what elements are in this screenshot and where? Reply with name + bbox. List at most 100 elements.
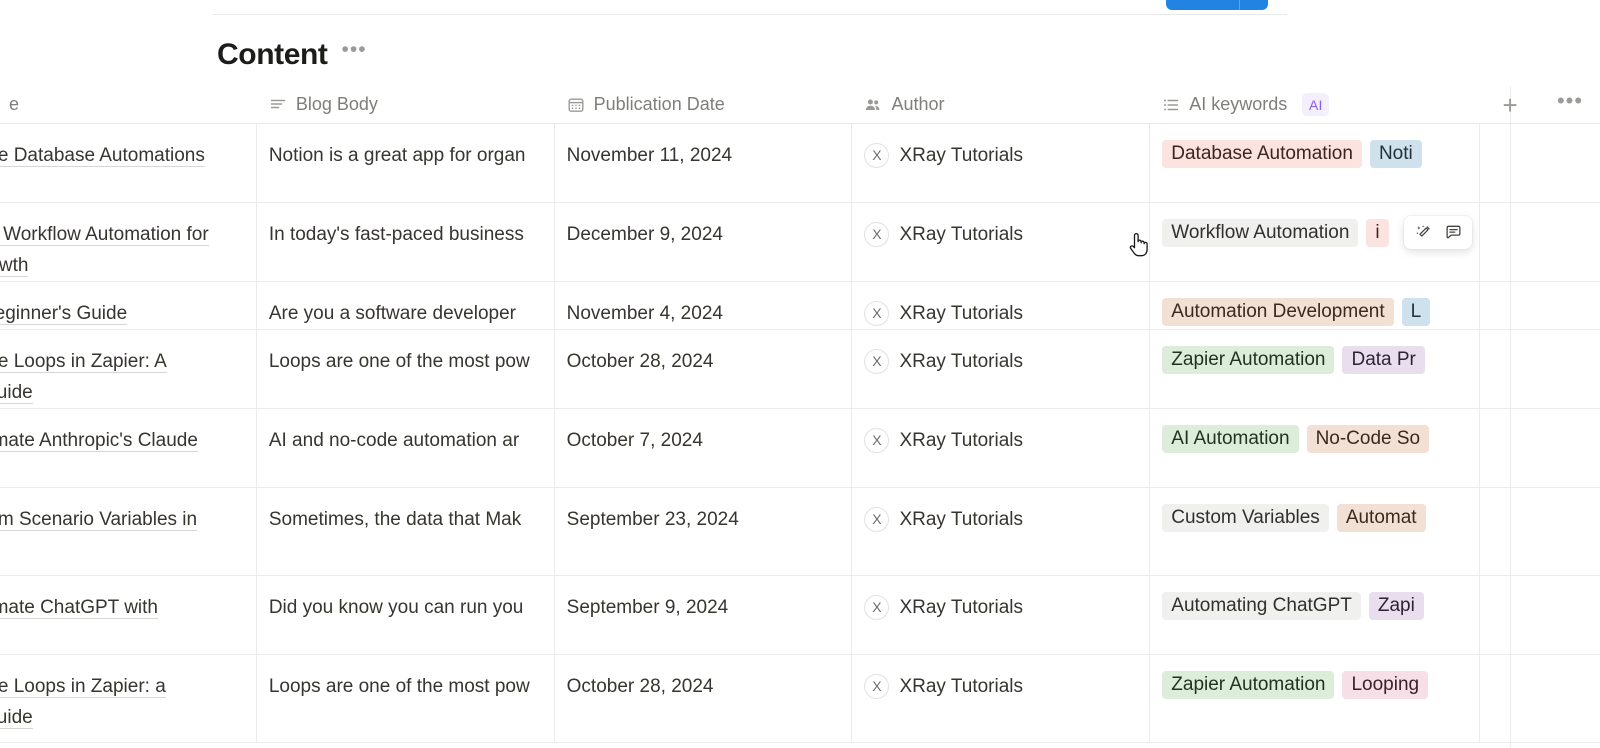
cell-title[interactable]: ate Loops in Zapier: A Guide <box>0 330 257 408</box>
cell-blog-body[interactable]: Are you a software developer <box>257 282 555 329</box>
row-title-link[interactable]: omate Anthropic's Claude <box>0 430 198 452</box>
column-header-title[interactable]: e <box>0 86 257 124</box>
row-title-link[interactable]: omate ChatGPT with <box>0 597 159 619</box>
cell-title[interactable]: omate ChatGPT with <box>0 576 257 654</box>
tag-pill[interactable]: Automat <box>1336 504 1426 532</box>
database-options-button[interactable]: ••• <box>342 39 367 66</box>
column-header-blog-body[interactable]: Blog Body <box>257 86 555 124</box>
add-column-button[interactable]: + <box>1480 86 1540 124</box>
cell-blog-body[interactable]: In today's fast-paced business <box>257 203 555 281</box>
cell-blog-body[interactable]: Loops are one of the most pow <box>257 330 555 408</box>
cell-title[interactable]: ate Database Automations <box>0 124 257 202</box>
tag-pill[interactable]: AI Automation <box>1162 425 1299 453</box>
cell-title[interactable]: Beginner's Guide <box>0 282 257 329</box>
cell-ai-keywords[interactable]: Zapier Automation Data Pr <box>1150 330 1481 408</box>
cell-publication-date[interactable]: October 7, 2024 <box>555 409 853 487</box>
row-hover-toolbar[interactable] <box>1404 216 1472 249</box>
cell-ai-keywords[interactable]: Automating ChatGPT Zapi <box>1150 576 1481 654</box>
cell-empty <box>1480 655 1600 742</box>
cell-author[interactable]: X XRay Tutorials <box>852 576 1151 654</box>
cell-title[interactable]: omate Anthropic's Claude <box>0 409 257 487</box>
table-row[interactable]: omate ChatGPT with Did you know you can r… <box>0 576 1600 655</box>
cell-author[interactable]: X XRay Tutorials <box>852 282 1151 329</box>
tag-pill[interactable]: Workflow Automation <box>1162 219 1359 247</box>
cell-ai-keywords[interactable]: Custom Variables Automat <box>1150 488 1481 575</box>
tag-pill[interactable]: Noti <box>1369 140 1422 168</box>
cell-ai-keywords[interactable]: Automation Development L <box>1150 282 1481 329</box>
cell-ai-keywords[interactable]: Database Automation Noti <box>1150 124 1481 202</box>
author-chip: X XRay Tutorials <box>864 346 1137 377</box>
cell-publication-date[interactable]: October 28, 2024 <box>555 655 853 742</box>
cell-blog-body[interactable]: Sometimes, the data that Mak <box>257 488 555 575</box>
tag-pill[interactable]: L <box>1401 298 1431 326</box>
column-header-ai-keywords[interactable]: AI keywords AI <box>1150 86 1480 124</box>
tag-list: Zapier Automation Looping <box>1162 671 1467 699</box>
cell-publication-date[interactable]: November 11, 2024 <box>555 124 853 202</box>
cell-title[interactable]: ate Loops in Zapier: a Guide <box>0 655 257 742</box>
table-row[interactable]: tom Scenario Variables in Sometimes, the … <box>0 488 1600 576</box>
tag-pill[interactable]: Data Pr <box>1342 346 1425 374</box>
cell-publication-date[interactable]: September 9, 2024 <box>555 576 853 654</box>
cell-publication-date[interactable]: September 23, 2024 <box>555 488 853 575</box>
table-row[interactable]: omate Anthropic's Claude AI and no-code a… <box>0 409 1600 488</box>
cell-publication-date[interactable]: November 4, 2024 <box>555 282 853 329</box>
table-more-options-button[interactable]: ••• <box>1540 86 1600 124</box>
cell-ai-keywords[interactable]: AI Automation No-Code So <box>1150 409 1481 487</box>
table-row[interactable]: ate Database Automations Notion is a grea… <box>0 124 1600 203</box>
cell-author[interactable]: X XRay Tutorials <box>852 203 1151 281</box>
tag-pill[interactable]: Automating ChatGPT <box>1162 592 1361 620</box>
avatar: X <box>864 595 890 620</box>
tag-pill[interactable]: Custom Variables <box>1162 504 1329 532</box>
avatar: X <box>864 143 890 168</box>
comment-icon[interactable] <box>1439 220 1467 246</box>
cell-empty <box>1480 330 1600 408</box>
cell-publication-date[interactable]: December 9, 2024 <box>555 203 853 281</box>
cell-blog-body[interactable]: Did you know you can run you <box>257 576 555 654</box>
cell-author[interactable]: X XRay Tutorials <box>852 124 1151 202</box>
table-row[interactable]: ate Loops in Zapier: a Guide Loops are one… <box>0 655 1600 743</box>
tag-pill[interactable]: Zapier Automation <box>1162 671 1335 699</box>
cell-title[interactable]: of Workflow Automation for rowth <box>0 203 257 281</box>
tag-pill[interactable]: Database Automation <box>1162 140 1362 168</box>
column-header-author[interactable]: Author <box>852 86 1150 124</box>
cell-author[interactable]: X XRay Tutorials <box>852 409 1151 487</box>
cell-empty <box>1480 576 1600 654</box>
row-title-link[interactable]: ate Loops in Zapier: a <box>0 676 166 698</box>
row-title-link[interactable]: of Workflow Automation for <box>0 224 209 246</box>
cell-author[interactable]: X XRay Tutorials <box>852 655 1151 742</box>
ellipsis-icon[interactable]: ••• <box>1557 89 1583 116</box>
tag-pill[interactable]: Zapi <box>1368 592 1424 620</box>
database-table: e Blog Body Publication Date Author AI k… <box>0 86 1600 743</box>
cell-publication-date[interactable]: October 28, 2024 <box>555 330 853 408</box>
row-title-link[interactable]: Guide <box>0 707 33 729</box>
tag-pill[interactable]: Looping <box>1342 671 1429 699</box>
tag-pill[interactable]: No-Code So <box>1306 425 1430 453</box>
table-row[interactable]: of Workflow Automation for rowth In today'… <box>0 203 1600 282</box>
tag-pill[interactable]: Automation Development <box>1162 298 1394 326</box>
primary-action-button[interactable] <box>1166 0 1268 10</box>
row-title-link[interactable]: Guide <box>0 382 33 404</box>
row-title-link[interactable]: rowth <box>0 255 29 277</box>
cell-ai-keywords[interactable]: Zapier Automation Looping <box>1150 655 1481 742</box>
plus-icon[interactable]: + <box>1502 92 1517 118</box>
tag-pill[interactable]: i <box>1366 219 1389 247</box>
row-title-link[interactable]: tom Scenario Variables in <box>0 509 198 531</box>
cell-blog-body[interactable]: Loops are one of the most pow <box>257 655 555 742</box>
table-body: ate Database Automations Notion is a grea… <box>0 124 1600 743</box>
tag-pill[interactable]: Zapier Automation <box>1162 346 1335 374</box>
cell-blog-body[interactable]: AI and no-code automation ar <box>257 409 555 487</box>
table-row[interactable]: Beginner's Guide Are you a software devel… <box>0 282 1600 330</box>
ai-sparkle-icon[interactable] <box>1409 220 1437 246</box>
calendar-icon <box>567 96 585 114</box>
cell-title[interactable]: tom Scenario Variables in <box>0 488 257 575</box>
row-title-link[interactable]: ate Database Automations <box>0 145 205 167</box>
cell-author[interactable]: X XRay Tutorials <box>852 488 1151 575</box>
row-title-link[interactable]: ate Loops in Zapier: A <box>0 351 167 373</box>
avatar: X <box>864 507 890 532</box>
cell-blog-body[interactable]: Notion is a great app for organ <box>257 124 555 202</box>
table-row[interactable]: ate Loops in Zapier: A Guide Loops are one… <box>0 330 1600 409</box>
row-title-link[interactable]: Beginner's Guide <box>0 303 128 325</box>
column-header-publication-date[interactable]: Publication Date <box>555 86 853 124</box>
cell-author[interactable]: X XRay Tutorials <box>852 330 1151 408</box>
author-chip: X XRay Tutorials <box>864 219 1137 250</box>
